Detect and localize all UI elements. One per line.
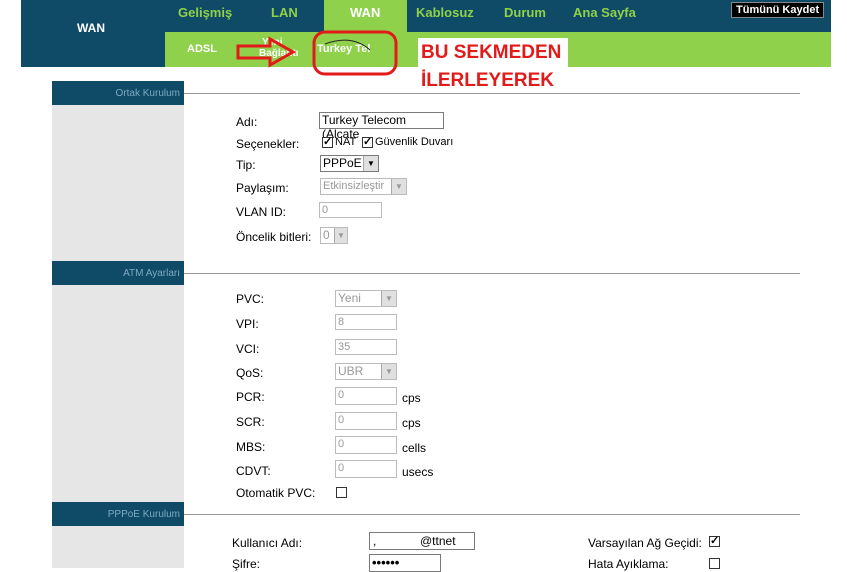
password-label: Şifre: — [232, 557, 261, 571]
type-label: Tip: — [236, 158, 256, 172]
mbs-unit: cells — [402, 441, 427, 455]
firewall-checkbox[interactable]: ✓ — [362, 137, 373, 148]
divider — [184, 273, 800, 274]
scr-input[interactable]: 0 — [335, 412, 397, 430]
scr-label: SCR: — [236, 415, 265, 429]
chevron-down-icon: ▼ — [381, 364, 396, 379]
pcr-unit: cps — [402, 391, 421, 405]
pvc-select[interactable]: Yeni ▼ — [335, 290, 397, 307]
debug-label: Hata Ayıklama: — [588, 557, 669, 571]
vci-input[interactable]: 35 — [335, 339, 397, 355]
annotation-line2: İLERLEYEREK — [421, 70, 555, 91]
chevron-down-icon: ▼ — [363, 156, 378, 171]
pcr-label: PCR: — [236, 390, 265, 404]
qos-select-value: UBR — [338, 364, 364, 378]
vpi-label: VPI: — [236, 317, 259, 331]
tab-lan[interactable]: LAN — [271, 5, 298, 20]
cdvt-label: CDVT: — [236, 464, 271, 478]
pvc-label: PVC: — [236, 292, 265, 306]
mbs-input[interactable]: 0 — [335, 436, 397, 454]
annotation-circle — [312, 30, 398, 76]
annotation-overlay — [236, 30, 398, 76]
vpi-input[interactable]: 8 — [335, 314, 397, 330]
sharing-select-value: Etkinsizleştir — [323, 180, 385, 192]
tab-status[interactable]: Durum — [504, 5, 546, 20]
section-pppoe-header: PPPoE Kurulum — [52, 502, 184, 526]
username-value: @ttnet — [420, 534, 456, 548]
vlan-label: VLAN ID: — [236, 205, 287, 219]
annotation-line1: BU SEKMEDEN — [421, 42, 562, 63]
priority-select[interactable]: 0 ▼ — [320, 227, 348, 244]
divider — [184, 93, 800, 94]
chevron-down-icon: ▼ — [334, 228, 347, 243]
scr-unit: cps — [402, 416, 421, 430]
sharing-label: Paylaşım: — [236, 181, 289, 195]
auto-pvc-checkbox[interactable] — [336, 487, 347, 498]
default-gateway-checkbox[interactable]: ✓ — [709, 536, 720, 547]
type-select[interactable]: PPPoE ▼ — [320, 155, 379, 172]
section-general-header: Ortak Kurulum — [52, 81, 184, 105]
nat-label: NAT — [335, 136, 357, 148]
name-label: Adı: — [236, 115, 258, 129]
vlan-input[interactable]: 0 — [319, 202, 382, 218]
debug-checkbox[interactable] — [709, 558, 720, 569]
cdvt-input[interactable]: 0 — [335, 460, 397, 478]
chevron-down-icon: ▼ — [391, 179, 406, 194]
name-input[interactable]: Turkey Telecom (Alcate — [319, 112, 444, 141]
annotation-scribble — [324, 39, 371, 51]
divider — [184, 514, 800, 515]
sharing-select[interactable]: Etkinsizleştir ▼ — [320, 178, 407, 195]
subtab-adsl[interactable]: ADSL — [187, 43, 217, 55]
save-all-button[interactable]: Tümünü Kaydet — [731, 2, 825, 18]
pcr-input[interactable]: 0 — [335, 387, 397, 405]
password-input[interactable]: •••••• — [369, 554, 441, 572]
tab-wireless[interactable]: Kablosuz — [416, 5, 474, 20]
vci-label: VCI: — [236, 342, 260, 356]
brand-panel: WAN — [21, 0, 165, 67]
type-select-value: PPPoE — [323, 156, 362, 170]
tab-home[interactable]: Ana Sayfa — [573, 5, 636, 20]
cdvt-unit: usecs — [402, 465, 434, 479]
qos-label: QoS: — [236, 366, 264, 380]
username-prefix: , — [373, 534, 377, 548]
username-input[interactable]: , @ttnet — [369, 532, 475, 550]
tab-wan-label: WAN — [350, 5, 381, 20]
sidebar-panel — [52, 81, 184, 568]
default-gateway-label: Varsayılan Ağ Geçidi: — [588, 536, 702, 550]
brand-title: WAN — [77, 21, 105, 35]
auto-pvc-label: Otomatik PVC: — [236, 486, 316, 500]
options-label: Seçenekler: — [236, 137, 300, 151]
username-label: Kullanıcı Adı: — [232, 536, 303, 550]
pvc-select-value: Yeni — [338, 291, 361, 305]
qos-select[interactable]: UBR ▼ — [335, 363, 397, 380]
nat-checkbox[interactable]: ✓ — [322, 137, 333, 148]
chevron-down-icon: ▼ — [381, 291, 396, 306]
priority-label: Öncelik bitleri: — [236, 230, 312, 244]
tab-advanced[interactable]: Gelişmiş — [178, 5, 232, 20]
mbs-label: MBS: — [236, 440, 266, 454]
firewall-label: Güvenlik Duvarı — [375, 136, 454, 148]
annotation-arrow-icon — [236, 36, 297, 68]
priority-select-value: 0 — [323, 228, 330, 242]
section-atm-header: ATM Ayarları — [52, 261, 184, 285]
